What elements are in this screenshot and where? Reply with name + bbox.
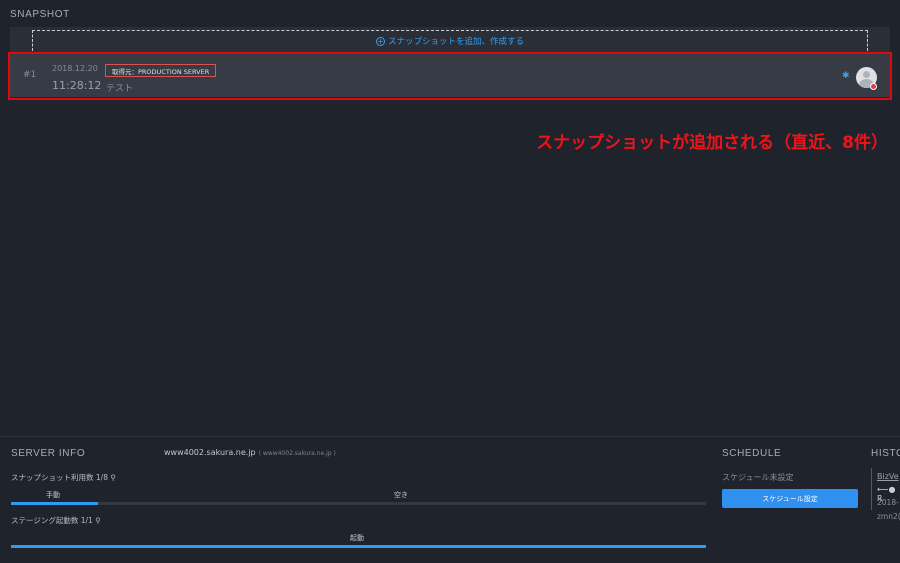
server-host: www4002.sakura.ne.jp( www4002.sakura.ne.…: [164, 448, 336, 457]
free-label: 空き: [394, 491, 408, 499]
snapshot-row[interactable]: #1 2018.12.20 11:28:12 取得元：PRODUCTION SE…: [10, 53, 890, 97]
annotation-text: スナップショットが追加される（直近、8件）: [536, 133, 888, 153]
history-title: HISTO: [871, 448, 900, 459]
snapshot-time: 11:28:12: [52, 79, 102, 92]
avatar-status-badge: [870, 83, 877, 90]
schedule-status: スケジュール未設定: [722, 473, 794, 482]
schedule-title: SCHEDULE: [722, 448, 782, 459]
staging-bar: [11, 545, 706, 548]
snapshot-source-badge: 取得元：PRODUCTION SERVER: [105, 64, 217, 77]
staging-fill: [11, 545, 706, 548]
snapshot-usage-bar: [11, 502, 706, 505]
server-host-sub: ( www4002.sakura.ne.jp ): [258, 450, 336, 457]
snapshot-usage-fill: [11, 502, 98, 505]
add-snapshot-label: スナップショットを追加、作成する: [387, 37, 524, 47]
schedule-settings-button[interactable]: スケジュール設定: [722, 489, 858, 508]
history-timeline-line: [871, 468, 872, 510]
avatar-head: [863, 71, 870, 78]
staging-label: ステージング起動数: [11, 516, 79, 525]
snapshot-memo: テスト: [106, 84, 134, 94]
manual-label: 手動: [46, 491, 60, 499]
snapshot-number: #1: [23, 70, 37, 80]
bottom-panel: SERVER INFO www4002.sakura.ne.jp( www400…: [0, 436, 900, 563]
server-host-name: www4002.sakura.ne.jp: [164, 448, 256, 457]
history-user: zmn2(: [877, 512, 900, 521]
bulb-icon[interactable]: ⚲: [110, 473, 116, 482]
snapshot-usage-label: スナップショット利用数: [11, 473, 94, 482]
history-link[interactable]: BizVe: [877, 472, 899, 481]
running-label: 起動: [350, 534, 364, 542]
server-info-title: SERVER INFO: [11, 448, 86, 459]
snapshot-title: SNAPSHOT: [10, 9, 70, 20]
snapshot-date: 2018.12.20: [52, 64, 98, 73]
snapshot-usage-count: 1/8: [95, 473, 108, 482]
staging-count: 1/1: [80, 516, 93, 525]
add-snapshot-area: + スナップショットを追加、作成する: [10, 27, 890, 53]
gear-icon[interactable]: ✱: [842, 71, 850, 81]
history-date: 2018-: [877, 498, 899, 507]
bulb-icon[interactable]: ⚲: [95, 516, 101, 525]
plus-circle-icon: +: [375, 36, 385, 46]
staging-stat: ステージング起動数 1/1 ⚲: [11, 515, 101, 526]
snapshot-usage-stat: スナップショット利用数 1/8 ⚲: [11, 472, 116, 483]
add-snapshot-button[interactable]: + スナップショットを追加、作成する: [32, 30, 868, 51]
